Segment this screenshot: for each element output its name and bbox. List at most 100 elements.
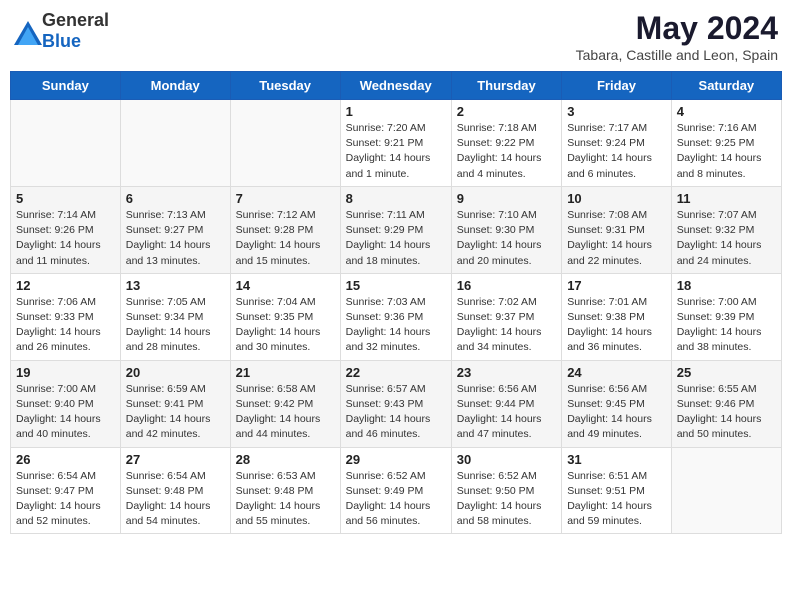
calendar-cell: 9 Sunrise: 7:10 AMSunset: 9:30 PMDaylight… — [451, 186, 561, 273]
weekday-header: Wednesday — [340, 72, 451, 100]
day-info: Sunrise: 7:01 AMSunset: 9:38 PMDaylight:… — [567, 295, 666, 356]
day-number: 13 — [126, 278, 225, 293]
day-info: Sunrise: 7:20 AMSunset: 9:21 PMDaylight:… — [346, 121, 446, 182]
calendar-cell: 30 Sunrise: 6:52 AMSunset: 9:50 PMDayligh… — [451, 447, 561, 534]
calendar-cell: 11 Sunrise: 7:07 AMSunset: 9:32 PMDayligh… — [671, 186, 781, 273]
logo-general: General — [42, 10, 109, 30]
calendar-cell: 7Sunrise: 7:12 AMSunset: 9:28 PMDaylight… — [230, 186, 340, 273]
day-number: 15 — [346, 278, 446, 293]
calendar-cell: 4 Sunrise: 7:16 AMSunset: 9:25 PMDaylight… — [671, 100, 781, 187]
day-info: Sunrise: 7:06 AMSunset: 9:33 PMDaylight:… — [16, 295, 115, 356]
day-number: 21 — [236, 365, 335, 380]
day-info: Sunrise: 6:51 AMSunset: 9:51 PMDaylight:… — [567, 469, 666, 530]
day-number: 7 — [236, 191, 335, 206]
day-number: 4 — [677, 104, 776, 119]
day-info: Sunrise: 7:02 AMSunset: 9:37 PMDaylight:… — [457, 295, 556, 356]
day-number: 27 — [126, 452, 225, 467]
day-number: 16 — [457, 278, 556, 293]
day-number: 20 — [126, 365, 225, 380]
day-number: 26 — [16, 452, 115, 467]
weekday-header: Sunday — [11, 72, 121, 100]
calendar-table: SundayMondayTuesdayWednesdayThursdayFrid… — [10, 71, 782, 534]
day-number: 28 — [236, 452, 335, 467]
day-info: Sunrise: 7:00 AMSunset: 9:39 PMDaylight:… — [677, 295, 776, 356]
day-info: Sunrise: 7:00 AMSunset: 9:40 PMDaylight:… — [16, 382, 115, 443]
day-info: Sunrise: 6:56 AMSunset: 9:45 PMDaylight:… — [567, 382, 666, 443]
calendar-cell — [230, 100, 340, 187]
calendar-cell: 23 Sunrise: 6:56 AMSunset: 9:44 PMDayligh… — [451, 360, 561, 447]
calendar-cell: 5Sunrise: 7:14 AMSunset: 9:26 PMDaylight… — [11, 186, 121, 273]
day-info: Sunrise: 7:07 AMSunset: 9:32 PMDaylight:… — [677, 208, 776, 269]
day-number: 9 — [457, 191, 556, 206]
day-number: 19 — [16, 365, 115, 380]
day-number: 6 — [126, 191, 225, 206]
day-number: 12 — [16, 278, 115, 293]
calendar-cell: 18 Sunrise: 7:00 AMSunset: 9:39 PMDayligh… — [671, 273, 781, 360]
calendar-cell: 13 Sunrise: 7:05 AMSunset: 9:34 PMDayligh… — [120, 273, 230, 360]
calendar-cell: 14 Sunrise: 7:04 AMSunset: 9:35 PMDayligh… — [230, 273, 340, 360]
subtitle: Tabara, Castille and Leon, Spain — [576, 47, 778, 63]
title-section: May 2024 Tabara, Castille and Leon, Spai… — [576, 10, 778, 63]
day-number: 8 — [346, 191, 446, 206]
weekday-header: Thursday — [451, 72, 561, 100]
calendar-cell: 3Sunrise: 7:17 AMSunset: 9:24 PMDaylight… — [562, 100, 672, 187]
day-info: Sunrise: 6:54 AMSunset: 9:48 PMDaylight:… — [126, 469, 225, 530]
day-number: 25 — [677, 365, 776, 380]
day-info: Sunrise: 6:55 AMSunset: 9:46 PMDaylight:… — [677, 382, 776, 443]
day-info: Sunrise: 7:05 AMSunset: 9:34 PMDaylight:… — [126, 295, 225, 356]
day-number: 18 — [677, 278, 776, 293]
calendar-cell: 28 Sunrise: 6:53 AMSunset: 9:48 PMDayligh… — [230, 447, 340, 534]
weekday-header: Monday — [120, 72, 230, 100]
day-number: 22 — [346, 365, 446, 380]
day-info: Sunrise: 6:58 AMSunset: 9:42 PMDaylight:… — [236, 382, 335, 443]
day-number: 29 — [346, 452, 446, 467]
calendar-cell: 24 Sunrise: 6:56 AMSunset: 9:45 PMDayligh… — [562, 360, 672, 447]
day-number: 14 — [236, 278, 335, 293]
calendar-cell: 21 Sunrise: 6:58 AMSunset: 9:42 PMDayligh… — [230, 360, 340, 447]
day-info: Sunrise: 7:11 AMSunset: 9:29 PMDaylight:… — [346, 208, 446, 269]
day-number: 10 — [567, 191, 666, 206]
day-number: 30 — [457, 452, 556, 467]
page-header: General Blue May 2024 Tabara, Castille a… — [10, 10, 782, 63]
calendar-cell: 1 Sunrise: 7:20 AMSunset: 9:21 PMDaylight… — [340, 100, 451, 187]
day-info: Sunrise: 6:54 AMSunset: 9:47 PMDaylight:… — [16, 469, 115, 530]
main-title: May 2024 — [576, 10, 778, 47]
day-number: 17 — [567, 278, 666, 293]
day-info: Sunrise: 7:10 AMSunset: 9:30 PMDaylight:… — [457, 208, 556, 269]
day-info: Sunrise: 7:04 AMSunset: 9:35 PMDaylight:… — [236, 295, 335, 356]
day-info: Sunrise: 6:56 AMSunset: 9:44 PMDaylight:… — [457, 382, 556, 443]
day-number: 11 — [677, 191, 776, 206]
calendar-cell: 16 Sunrise: 7:02 AMSunset: 9:37 PMDayligh… — [451, 273, 561, 360]
calendar-cell — [120, 100, 230, 187]
calendar-cell: 17 Sunrise: 7:01 AMSunset: 9:38 PMDayligh… — [562, 273, 672, 360]
calendar-cell: 27 Sunrise: 6:54 AMSunset: 9:48 PMDayligh… — [120, 447, 230, 534]
calendar-cell: 8 Sunrise: 7:11 AMSunset: 9:29 PMDaylight… — [340, 186, 451, 273]
day-info: Sunrise: 6:52 AMSunset: 9:50 PMDaylight:… — [457, 469, 556, 530]
day-info: Sunrise: 6:53 AMSunset: 9:48 PMDaylight:… — [236, 469, 335, 530]
logo-icon — [14, 21, 38, 41]
day-info: Sunrise: 7:08 AMSunset: 9:31 PMDaylight:… — [567, 208, 666, 269]
calendar-week-row: 5Sunrise: 7:14 AMSunset: 9:26 PMDaylight… — [11, 186, 782, 273]
day-info: Sunrise: 7:17 AMSunset: 9:24 PMDaylight:… — [567, 121, 666, 182]
calendar-week-row: 1 Sunrise: 7:20 AMSunset: 9:21 PMDaylight… — [11, 100, 782, 187]
calendar-cell: 25 Sunrise: 6:55 AMSunset: 9:46 PMDayligh… — [671, 360, 781, 447]
calendar-cell: 20Sunrise: 6:59 AMSunset: 9:41 PMDayligh… — [120, 360, 230, 447]
weekday-header: Saturday — [671, 72, 781, 100]
day-info: Sunrise: 7:13 AMSunset: 9:27 PMDaylight:… — [126, 208, 225, 269]
day-number: 5 — [16, 191, 115, 206]
calendar-cell: 12 Sunrise: 7:06 AMSunset: 9:33 PMDayligh… — [11, 273, 121, 360]
day-number: 24 — [567, 365, 666, 380]
day-number: 1 — [346, 104, 446, 119]
calendar-cell: 29Sunrise: 6:52 AMSunset: 9:49 PMDayligh… — [340, 447, 451, 534]
day-info: Sunrise: 7:16 AMSunset: 9:25 PMDaylight:… — [677, 121, 776, 182]
day-number: 23 — [457, 365, 556, 380]
day-number: 31 — [567, 452, 666, 467]
weekday-header-row: SundayMondayTuesdayWednesdayThursdayFrid… — [11, 72, 782, 100]
calendar-cell: 15Sunrise: 7:03 AMSunset: 9:36 PMDayligh… — [340, 273, 451, 360]
calendar-cell — [11, 100, 121, 187]
logo-blue: Blue — [42, 31, 81, 51]
logo-text: General Blue — [42, 10, 109, 52]
weekday-header: Tuesday — [230, 72, 340, 100]
calendar-cell — [671, 447, 781, 534]
calendar-cell: 2Sunrise: 7:18 AMSunset: 9:22 PMDaylight… — [451, 100, 561, 187]
